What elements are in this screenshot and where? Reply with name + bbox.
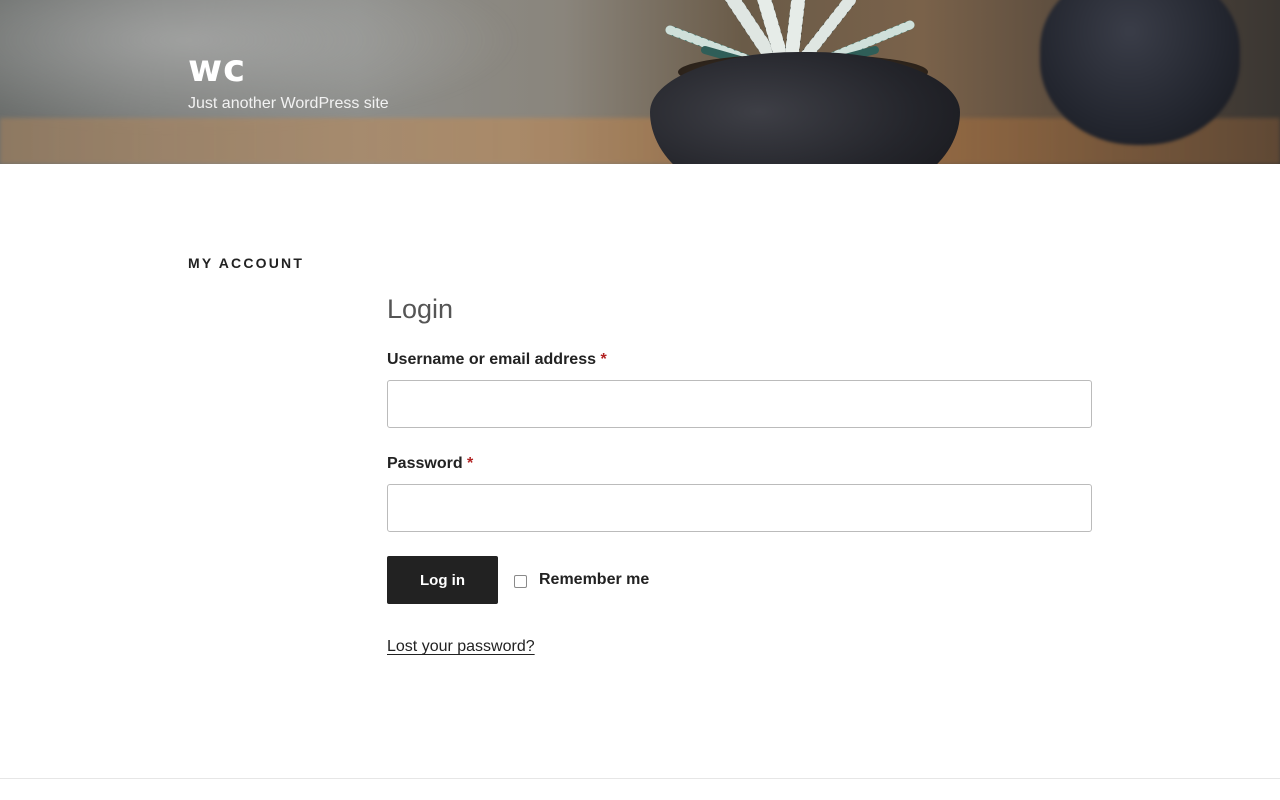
footer-divider <box>0 778 1280 779</box>
required-asterisk: * <box>467 455 474 472</box>
page-title: MY ACCOUNT <box>188 255 305 271</box>
remember-me[interactable]: Remember me <box>514 570 649 590</box>
username-label: Username or email address * <box>387 350 607 370</box>
site-header: wc Just another WordPress site <box>0 0 1280 164</box>
remember-me-label: Remember me <box>539 571 650 588</box>
password-label-text: Password <box>387 455 463 472</box>
site-description: Just another WordPress site <box>188 95 389 112</box>
lost-password-link[interactable]: Lost your password? <box>387 637 535 657</box>
site-title-link[interactable]: wc <box>188 44 246 94</box>
password-label: Password * <box>387 454 473 474</box>
header-pot-image <box>650 52 960 164</box>
login-heading: Login <box>387 294 454 324</box>
username-label-text: Username or email address <box>387 351 596 368</box>
login-button[interactable]: Log in <box>387 556 498 604</box>
username-input[interactable] <box>387 380 1092 428</box>
password-input[interactable] <box>387 484 1092 532</box>
required-asterisk: * <box>600 351 607 368</box>
remember-me-checkbox[interactable] <box>514 574 527 588</box>
